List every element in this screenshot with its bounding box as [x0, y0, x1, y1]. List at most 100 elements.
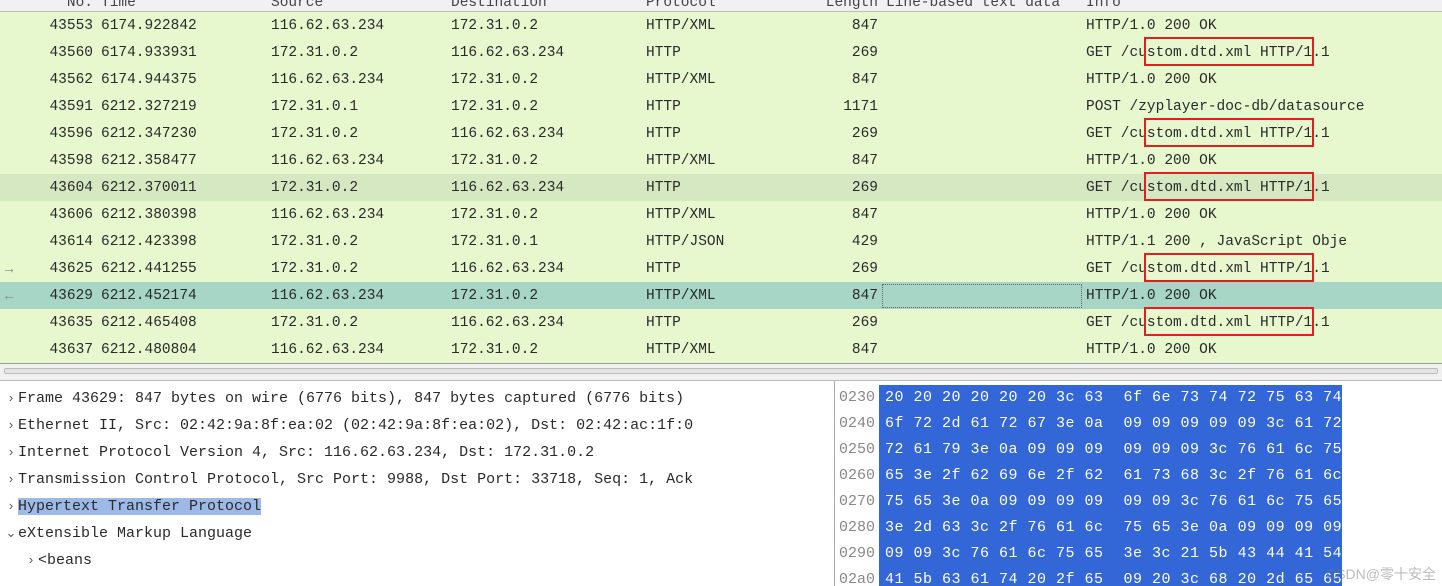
col-source[interactable]: Source	[267, 0, 447, 11]
cell-time: 6212.327219	[97, 99, 267, 115]
packet-row[interactable]: 436066212.380398116.62.63.234172.31.0.2H…	[0, 201, 1442, 228]
packet-bytes-pane[interactable]: 023020 20 20 20 20 20 3c 636f 6e 73 74 7…	[835, 381, 1442, 586]
tree-item[interactable]: ›Ethernet II, Src: 02:42:9a:8f:ea:02 (02…	[4, 412, 834, 439]
cell-len: 269	[797, 315, 882, 331]
cell-no: 43560	[0, 45, 97, 61]
packet-row[interactable]: 436256212.441255172.31.0.2116.62.63.234H…	[0, 255, 1442, 282]
tree-item[interactable]: ›Internet Protocol Version 4, Src: 116.6…	[4, 439, 834, 466]
cell-len: 269	[797, 180, 882, 196]
hex-bytes-right: 6f 6e 73 74 72 75 63 74	[1114, 385, 1343, 411]
hex-bytes-left: 75 65 3e 0a 09 09 09 09	[879, 489, 1114, 515]
hex-bytes-right: 75 65 3e 0a 09 09 09 09	[1114, 515, 1343, 541]
cell-prot: HTTP	[642, 261, 797, 277]
packet-row[interactable]: 436376212.480804116.62.63.234172.31.0.2H…	[0, 336, 1442, 363]
cell-dst: 116.62.63.234	[447, 180, 642, 196]
cell-dst: 172.31.0.2	[447, 99, 642, 115]
cell-dst: 116.62.63.234	[447, 315, 642, 331]
hex-offset: 0240	[835, 411, 879, 437]
cell-time: 6212.358477	[97, 153, 267, 169]
cell-prot: HTTP	[642, 180, 797, 196]
hex-row[interactable]: 02803e 2d 63 3c 2f 76 61 6c75 65 3e 0a 0…	[835, 515, 1442, 541]
tree-label: Ethernet II, Src: 02:42:9a:8f:ea:02 (02:…	[18, 417, 693, 434]
cell-prot: HTTP/XML	[642, 72, 797, 88]
packet-row[interactable]: 435626174.944375116.62.63.234172.31.0.2H…	[0, 66, 1442, 93]
packet-list-pane[interactable]: No. Time Source Destination Protocol Len…	[0, 0, 1442, 363]
packet-details-pane[interactable]: ›Frame 43629: 847 bytes on wire (6776 bi…	[0, 381, 835, 586]
packet-row[interactable]: 435916212.327219172.31.0.1172.31.0.2HTTP…	[0, 93, 1442, 120]
cell-len: 429	[797, 234, 882, 250]
packet-row[interactable]: 435606174.933931172.31.0.2116.62.63.234H…	[0, 39, 1442, 66]
packet-row[interactable]: 435536174.922842116.62.63.234172.31.0.2H…	[0, 12, 1442, 39]
hex-row[interactable]: 02a041 5b 63 61 74 20 2f 6509 20 3c 68 2…	[835, 567, 1442, 586]
splitter-handle[interactable]	[4, 368, 1438, 374]
expand-icon[interactable]: ›	[4, 412, 18, 438]
hex-row[interactable]: 025072 61 79 3e 0a 09 09 0909 09 09 3c 7…	[835, 437, 1442, 463]
column-headers[interactable]: No. Time Source Destination Protocol Len…	[0, 0, 1442, 12]
tree-item[interactable]: ›Frame 43629: 847 bytes on wire (6776 bi…	[4, 385, 834, 412]
expand-icon[interactable]: ›	[4, 439, 18, 465]
cell-len: 847	[797, 18, 882, 34]
cell-info: HTTP/1.0 200 OK	[1082, 153, 1442, 169]
cell-dst: 172.31.0.2	[447, 72, 642, 88]
cell-dst: 172.31.0.2	[447, 207, 642, 223]
packet-row[interactable]: 436146212.423398172.31.0.2172.31.0.1HTTP…	[0, 228, 1442, 255]
cell-prot: HTTP/XML	[642, 18, 797, 34]
tree-item[interactable]: ›<beans	[24, 547, 834, 574]
tree-item[interactable]: ⌄eXtensible Markup Language	[4, 520, 834, 547]
hex-offset: 02a0	[835, 567, 879, 586]
expand-icon[interactable]: ⌄	[4, 520, 18, 546]
col-no[interactable]: No.	[0, 0, 97, 11]
col-lbd[interactable]: Line-based text data	[882, 0, 1082, 11]
col-destination[interactable]: Destination	[447, 0, 642, 11]
col-time[interactable]: Time	[97, 0, 267, 11]
tree-item[interactable]: ›Hypertext Transfer Protocol	[4, 493, 834, 520]
expand-icon[interactable]: ›	[4, 466, 18, 492]
hex-bytes-left: 72 61 79 3e 0a 09 09 09	[879, 437, 1114, 463]
cell-time: 6212.441255	[97, 261, 267, 277]
cell-no: 43606	[0, 207, 97, 223]
cell-no: 43614	[0, 234, 97, 250]
tree-label: Frame 43629: 847 bytes on wire (6776 bit…	[18, 390, 684, 407]
packet-row[interactable]: 435986212.358477116.62.63.234172.31.0.2H…	[0, 147, 1442, 174]
packet-row[interactable]: 436296212.452174116.62.63.234172.31.0.2H…	[0, 282, 1442, 309]
hex-offset: 0250	[835, 437, 879, 463]
expand-icon[interactable]: ›	[4, 385, 18, 411]
hex-bytes-right: 61 73 68 3c 2f 76 61 6c	[1114, 463, 1343, 489]
expand-icon[interactable]: ›	[24, 547, 38, 573]
cell-no: 43591	[0, 99, 97, 115]
cell-info: HTTP/1.0 200 OK	[1082, 342, 1442, 358]
hex-offset: 0290	[835, 541, 879, 567]
packet-row[interactable]: 436356212.465408172.31.0.2116.62.63.234H…	[0, 309, 1442, 336]
packet-row[interactable]: 436046212.370011172.31.0.2116.62.63.234H…	[0, 174, 1442, 201]
tree-label: <beans	[38, 552, 92, 569]
hex-bytes-right: 09 09 3c 76 61 6c 75 65	[1114, 489, 1343, 515]
cell-len: 269	[797, 126, 882, 142]
hex-row[interactable]: 026065 3e 2f 62 69 6e 2f 6261 73 68 3c 2…	[835, 463, 1442, 489]
cell-src: 116.62.63.234	[267, 72, 447, 88]
hex-row[interactable]: 027075 65 3e 0a 09 09 09 0909 09 3c 76 6…	[835, 489, 1442, 515]
cell-src: 172.31.0.1	[267, 99, 447, 115]
cell-src: 172.31.0.2	[267, 180, 447, 196]
cell-prot: HTTP/XML	[642, 342, 797, 358]
packet-row[interactable]: 435966212.347230172.31.0.2116.62.63.234H…	[0, 120, 1442, 147]
expand-icon[interactable]: ›	[4, 493, 18, 519]
col-length[interactable]: Length	[797, 0, 882, 11]
cell-len: 847	[797, 72, 882, 88]
hex-row[interactable]: 023020 20 20 20 20 20 3c 636f 6e 73 74 7…	[835, 385, 1442, 411]
cell-time: 6212.347230	[97, 126, 267, 142]
tree-label: Hypertext Transfer Protocol	[18, 498, 261, 515]
hex-bytes-left: 65 3e 2f 62 69 6e 2f 62	[879, 463, 1114, 489]
hex-row[interactable]: 029009 09 3c 76 61 6c 75 653e 3c 21 5b 4…	[835, 541, 1442, 567]
col-info[interactable]: Info	[1082, 0, 1442, 11]
tree-item[interactable]: ›Transmission Control Protocol, Src Port…	[4, 466, 834, 493]
hex-bytes-right: 3e 3c 21 5b 43 44 41 54	[1114, 541, 1343, 567]
cell-prot: HTTP/XML	[642, 288, 797, 304]
cell-no: 43604	[0, 180, 97, 196]
pane-splitter[interactable]	[0, 363, 1442, 381]
col-protocol[interactable]: Protocol	[642, 0, 797, 11]
hex-bytes-left: 20 20 20 20 20 20 3c 63	[879, 385, 1114, 411]
tree-label: Transmission Control Protocol, Src Port:…	[18, 471, 693, 488]
cell-time: 6212.423398	[97, 234, 267, 250]
cell-info: HTTP/1.0 200 OK	[1082, 72, 1442, 88]
hex-row[interactable]: 02406f 72 2d 61 72 67 3e 0a09 09 09 09 0…	[835, 411, 1442, 437]
